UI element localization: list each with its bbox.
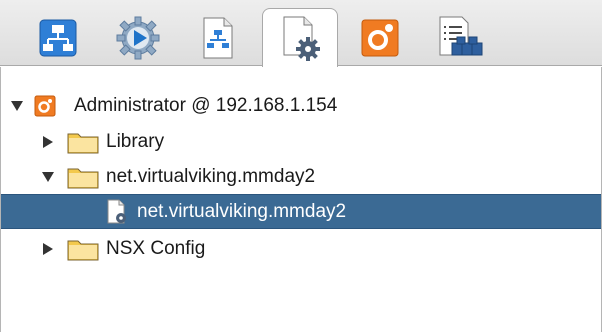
tab-bar [0, 0, 602, 67]
tree-root-label: Administrator @ 192.168.1.154 [74, 94, 338, 116]
gear-play-icon [115, 15, 161, 61]
folder-icon [67, 130, 99, 154]
tree-item-label: NSX Config [106, 237, 206, 259]
tree-item-library[interactable]: Library [1, 124, 601, 159]
configuration-element-icon [105, 199, 129, 225]
tab-workflows[interactable] [20, 10, 96, 66]
tab-actions[interactable] [180, 10, 256, 66]
tree-item-label: net.virtualviking.mmday2 [137, 200, 347, 222]
tree-item-label: net.virtualviking.mmday2 [106, 165, 316, 187]
expand-right-arrow-icon[interactable] [41, 135, 55, 149]
document-gear-icon [278, 15, 322, 61]
tab-configurations[interactable] [262, 8, 338, 67]
list-package-icon [436, 15, 484, 61]
document-flow-icon [198, 16, 238, 60]
tree-item-folder-mmday2[interactable]: net.virtualviking.mmday2 [1, 159, 601, 194]
tree-item-nsx-config[interactable]: NSX Config [1, 231, 601, 266]
tab-packages[interactable] [422, 10, 498, 66]
folder-icon [67, 165, 99, 189]
tree-item-config-mmday2[interactable]: net.virtualviking.mmday2 [1, 194, 601, 229]
expand-down-arrow-icon[interactable] [41, 170, 55, 184]
folder-icon [67, 237, 99, 261]
tab-resources[interactable] [342, 10, 418, 66]
tab-executions[interactable] [100, 10, 176, 66]
orchestrator-server-icon [34, 95, 56, 117]
tree-root-row[interactable]: Administrator @ 192.168.1.154 [1, 88, 601, 123]
inventory-tree: Administrator @ 192.168.1.154 Library ne… [0, 67, 602, 332]
workflow-icon [36, 16, 80, 60]
expand-down-arrow-icon[interactable] [10, 99, 24, 113]
orange-resource-icon [358, 16, 402, 60]
expand-right-arrow-icon[interactable] [41, 242, 55, 256]
tree-item-label: Library [106, 130, 165, 152]
